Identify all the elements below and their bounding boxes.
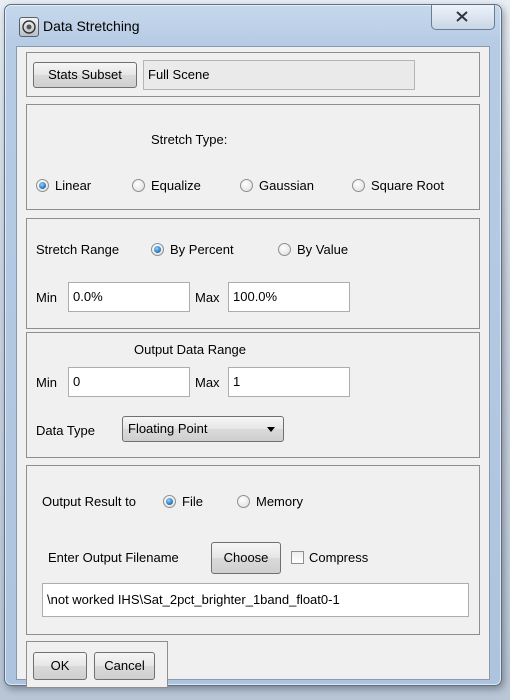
stretch-range-label: Stretch Range bbox=[36, 242, 120, 257]
stretch-range-section: Stretch Range By Percent By Value Min 0.… bbox=[26, 218, 480, 329]
dialog-content: Stats Subset Full Scene Stretch Type: Li… bbox=[16, 46, 490, 688]
radio-square-root-label: Square Root bbox=[371, 178, 444, 193]
radio-by-value[interactable]: By Value bbox=[278, 242, 348, 257]
close-button[interactable] bbox=[431, 5, 495, 30]
output-data-range-heading: Output Data Range bbox=[134, 342, 247, 357]
stats-subset-button[interactable]: Stats Subset bbox=[33, 62, 137, 88]
stretch-max-label: Max bbox=[195, 290, 220, 305]
data-type-select[interactable]: Floating Point bbox=[122, 416, 284, 442]
title-bar[interactable]: Data Stretching bbox=[5, 5, 501, 45]
radio-file-label: File bbox=[182, 494, 203, 509]
dialog-buttons-section: OK Cancel bbox=[26, 641, 168, 688]
radio-memory-label: Memory bbox=[256, 494, 303, 509]
output-min-input[interactable]: 0 bbox=[68, 367, 190, 397]
radio-by-percent-dot[interactable] bbox=[151, 243, 164, 256]
stats-subset-section: Stats Subset Full Scene bbox=[26, 52, 480, 97]
data-type-value: Floating Point bbox=[128, 421, 208, 436]
choose-button[interactable]: Choose bbox=[211, 542, 281, 574]
stretch-min-label: Min bbox=[36, 290, 57, 305]
radio-equalize-label: Equalize bbox=[151, 178, 201, 193]
radio-equalize-dot[interactable] bbox=[132, 179, 145, 192]
output-min-label: Min bbox=[36, 375, 57, 390]
stretch-type-heading: Stretch Type: bbox=[151, 132, 228, 147]
output-data-range-section: Output Data Range Min 0 Max 1 Data Type … bbox=[26, 332, 480, 458]
radio-by-percent-label: By Percent bbox=[170, 242, 234, 257]
data-stretching-dialog: Data Stretching Stats Subset Full Scene … bbox=[4, 4, 502, 688]
radio-by-percent[interactable]: By Percent bbox=[151, 242, 234, 257]
radio-linear-label: Linear bbox=[55, 178, 92, 193]
close-icon bbox=[456, 11, 468, 22]
output-filename-input[interactable]: \not worked IHS\Sat_2pct_brighter_1band_… bbox=[42, 583, 469, 617]
radio-equalize[interactable]: Equalize bbox=[132, 178, 201, 193]
stats-subset-field: Full Scene bbox=[143, 60, 415, 90]
radio-memory[interactable]: Memory bbox=[237, 494, 303, 509]
ok-button[interactable]: OK bbox=[33, 652, 87, 680]
stretch-type-section: Stretch Type: Linear Equalize Gaussian S… bbox=[26, 104, 480, 210]
radio-by-value-dot[interactable] bbox=[278, 243, 291, 256]
output-max-input[interactable]: 1 bbox=[228, 367, 350, 397]
radio-gaussian-dot[interactable] bbox=[240, 179, 253, 192]
compress-checkbox-box[interactable] bbox=[291, 551, 304, 564]
compress-label: Compress bbox=[309, 550, 369, 565]
compress-checkbox[interactable]: Compress bbox=[291, 550, 368, 565]
radio-linear[interactable]: Linear bbox=[36, 178, 91, 193]
data-type-label: Data Type bbox=[36, 423, 96, 438]
output-result-section: Output Result to File Memory Enter Outpu… bbox=[26, 465, 480, 635]
radio-by-value-label: By Value bbox=[297, 242, 349, 257]
stretch-min-input[interactable]: 0.0% bbox=[68, 282, 190, 312]
radio-gaussian-label: Gaussian bbox=[259, 178, 314, 193]
chevron-down-icon bbox=[267, 427, 275, 432]
radio-square-root-dot[interactable] bbox=[352, 179, 365, 192]
radio-memory-dot[interactable] bbox=[237, 495, 250, 508]
output-max-label: Max bbox=[195, 375, 220, 390]
radio-linear-dot[interactable] bbox=[36, 179, 49, 192]
output-filename-label: Enter Output Filename bbox=[48, 550, 179, 565]
cancel-button[interactable]: Cancel bbox=[94, 652, 155, 680]
output-result-label: Output Result to bbox=[42, 494, 136, 509]
radio-square-root[interactable]: Square Root bbox=[352, 178, 444, 193]
radio-file-dot[interactable] bbox=[163, 495, 176, 508]
radio-gaussian[interactable]: Gaussian bbox=[240, 178, 314, 193]
radio-file[interactable]: File bbox=[163, 494, 203, 509]
stretch-max-input[interactable]: 100.0% bbox=[228, 282, 350, 312]
app-icon bbox=[19, 17, 39, 37]
window-title: Data Stretching bbox=[43, 18, 140, 34]
